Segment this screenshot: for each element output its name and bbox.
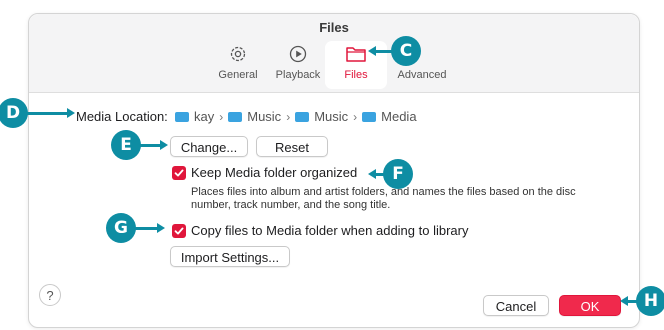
media-location-path: kay › Music › Music › Media	[175, 109, 417, 124]
path-segment: Music	[314, 109, 349, 124]
tab-files[interactable]: Files	[325, 41, 387, 89]
help-button[interactable]: ?	[39, 284, 61, 306]
callout-h-arrowhead	[620, 296, 628, 306]
window-title: Files	[319, 20, 349, 35]
callout-d-arrow	[27, 112, 69, 115]
checkmark-icon	[174, 169, 184, 177]
tab-label: Advanced	[397, 69, 447, 81]
path-segment: kay	[194, 109, 215, 124]
tab-label: Playback	[275, 69, 321, 81]
folder-icon	[295, 111, 310, 122]
reset-button[interactable]: Reset	[256, 136, 328, 157]
callout-h-arrow	[628, 300, 638, 303]
callout-c: C	[391, 36, 421, 66]
callout-e-arrow	[140, 144, 162, 147]
preferences-window: Files General Playback Files Advanced Me…	[28, 13, 640, 328]
path-segment: Music	[247, 109, 282, 124]
copy-files-label[interactable]: Copy files to Media folder when adding t…	[191, 223, 468, 238]
chevron-right-icon: ›	[219, 109, 224, 124]
description-line: Places files into album and artist folde…	[191, 186, 576, 198]
folder-icon	[175, 111, 189, 122]
checkmark-icon	[174, 227, 184, 235]
callout-f-arrowhead	[368, 169, 376, 179]
change-button[interactable]: Change...	[170, 136, 248, 157]
callout-h: H	[636, 286, 664, 316]
tab-label: Files	[344, 69, 368, 81]
play-circle-icon	[289, 45, 307, 63]
import-settings-button[interactable]: Import Settings...	[170, 246, 290, 267]
callout-c-arrowhead	[368, 46, 376, 56]
callout-c-arrow	[374, 50, 392, 53]
copy-files-checkbox[interactable]	[172, 224, 186, 238]
chevron-right-icon: ›	[286, 109, 291, 124]
media-location-label: Media Location:	[76, 109, 168, 124]
keep-organized-checkbox[interactable]	[172, 166, 186, 180]
tab-general[interactable]: General	[207, 41, 269, 89]
path-segment: Media	[381, 109, 417, 124]
keep-organized-label[interactable]: Keep Media folder organized	[191, 165, 357, 180]
folder-icon	[346, 47, 366, 62]
callout-d-arrowhead	[67, 108, 75, 118]
callout-e: E	[111, 130, 141, 160]
callout-g: G	[106, 213, 136, 243]
folder-icon	[228, 111, 243, 122]
keep-organized-description: Places files into album and artist folde…	[191, 186, 576, 212]
cancel-button[interactable]: Cancel	[483, 295, 549, 316]
folder-icon	[362, 111, 377, 122]
tab-playback[interactable]: Playback	[267, 41, 329, 89]
ok-button[interactable]: OK	[559, 295, 621, 316]
gear-icon	[230, 46, 246, 62]
callout-d: D	[0, 98, 28, 128]
callout-f: F	[383, 159, 413, 189]
callout-g-arrowhead	[157, 223, 165, 233]
toolbar: Files General Playback Files Advanced	[29, 14, 639, 93]
callout-g-arrow	[135, 227, 159, 230]
tab-label: General	[218, 69, 258, 81]
description-line: number, track number, and the song title…	[191, 199, 391, 211]
callout-e-arrowhead	[160, 140, 168, 150]
callout-f-arrow	[376, 173, 384, 176]
chevron-right-icon: ›	[353, 109, 358, 124]
